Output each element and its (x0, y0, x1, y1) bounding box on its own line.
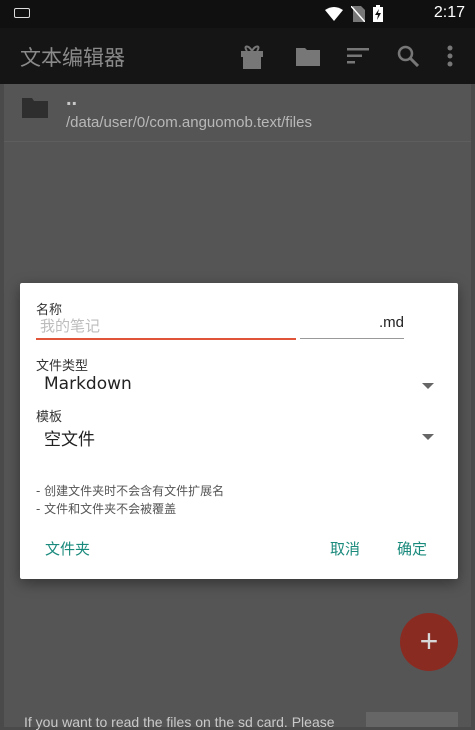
folder-icon[interactable] (294, 42, 322, 70)
app-title: 文本编辑器 (20, 46, 125, 70)
file-type-label: 文件类型 (36, 359, 89, 374)
template-value: 空文件 (44, 430, 95, 450)
folder-icon (22, 96, 48, 123)
parent-dir-path: /data/user/0/com.anguomob.text/files (66, 114, 312, 131)
folder-button[interactable]: 文件夹 (45, 538, 90, 559)
list-item[interactable]: .. /data/user/0/com.anguomob.text/files (4, 84, 471, 142)
app-bar: 文本编辑器 (0, 28, 475, 84)
add-fab-button[interactable]: + (400, 613, 458, 671)
file-type-value: Markdown (44, 374, 132, 394)
file-type-select[interactable]: Markdown (44, 374, 434, 400)
create-file-dialog: 名称 .md 文件类型 Markdown 模板 空文件 - 创建文件夹时不会含有… (20, 283, 458, 579)
name-input[interactable] (36, 314, 296, 340)
cancel-button[interactable]: 取消 (330, 538, 360, 559)
template-select[interactable]: 空文件 (44, 425, 434, 451)
more-vert-icon[interactable] (440, 42, 460, 70)
keyboard-icon (14, 8, 30, 18)
parent-dir-name: .. (66, 88, 78, 110)
dropdown-arrow-icon (422, 383, 434, 389)
note-line: - 文件和文件夹不会被覆盖 (36, 502, 177, 516)
status-time: 2:17 (433, 4, 465, 21)
wifi-icon (325, 6, 343, 21)
extension-field[interactable]: .md (300, 314, 404, 339)
status-bar: 2:17 (0, 0, 475, 28)
battery-charging-icon (373, 5, 383, 22)
template-label: 模板 (36, 410, 63, 425)
sort-icon[interactable] (344, 42, 372, 70)
no-sim-icon (351, 5, 365, 22)
snackbar-action-block (366, 712, 458, 727)
search-icon[interactable] (394, 42, 422, 70)
dropdown-arrow-icon (422, 434, 434, 440)
ok-button[interactable]: 确定 (397, 538, 427, 559)
note-line: - 创建文件夹时不会含有文件扩展名 (36, 484, 225, 498)
status-icons (325, 5, 383, 22)
snackbar-text: If you want to read the files on the sd … (24, 714, 335, 730)
gift-icon[interactable] (238, 42, 266, 70)
